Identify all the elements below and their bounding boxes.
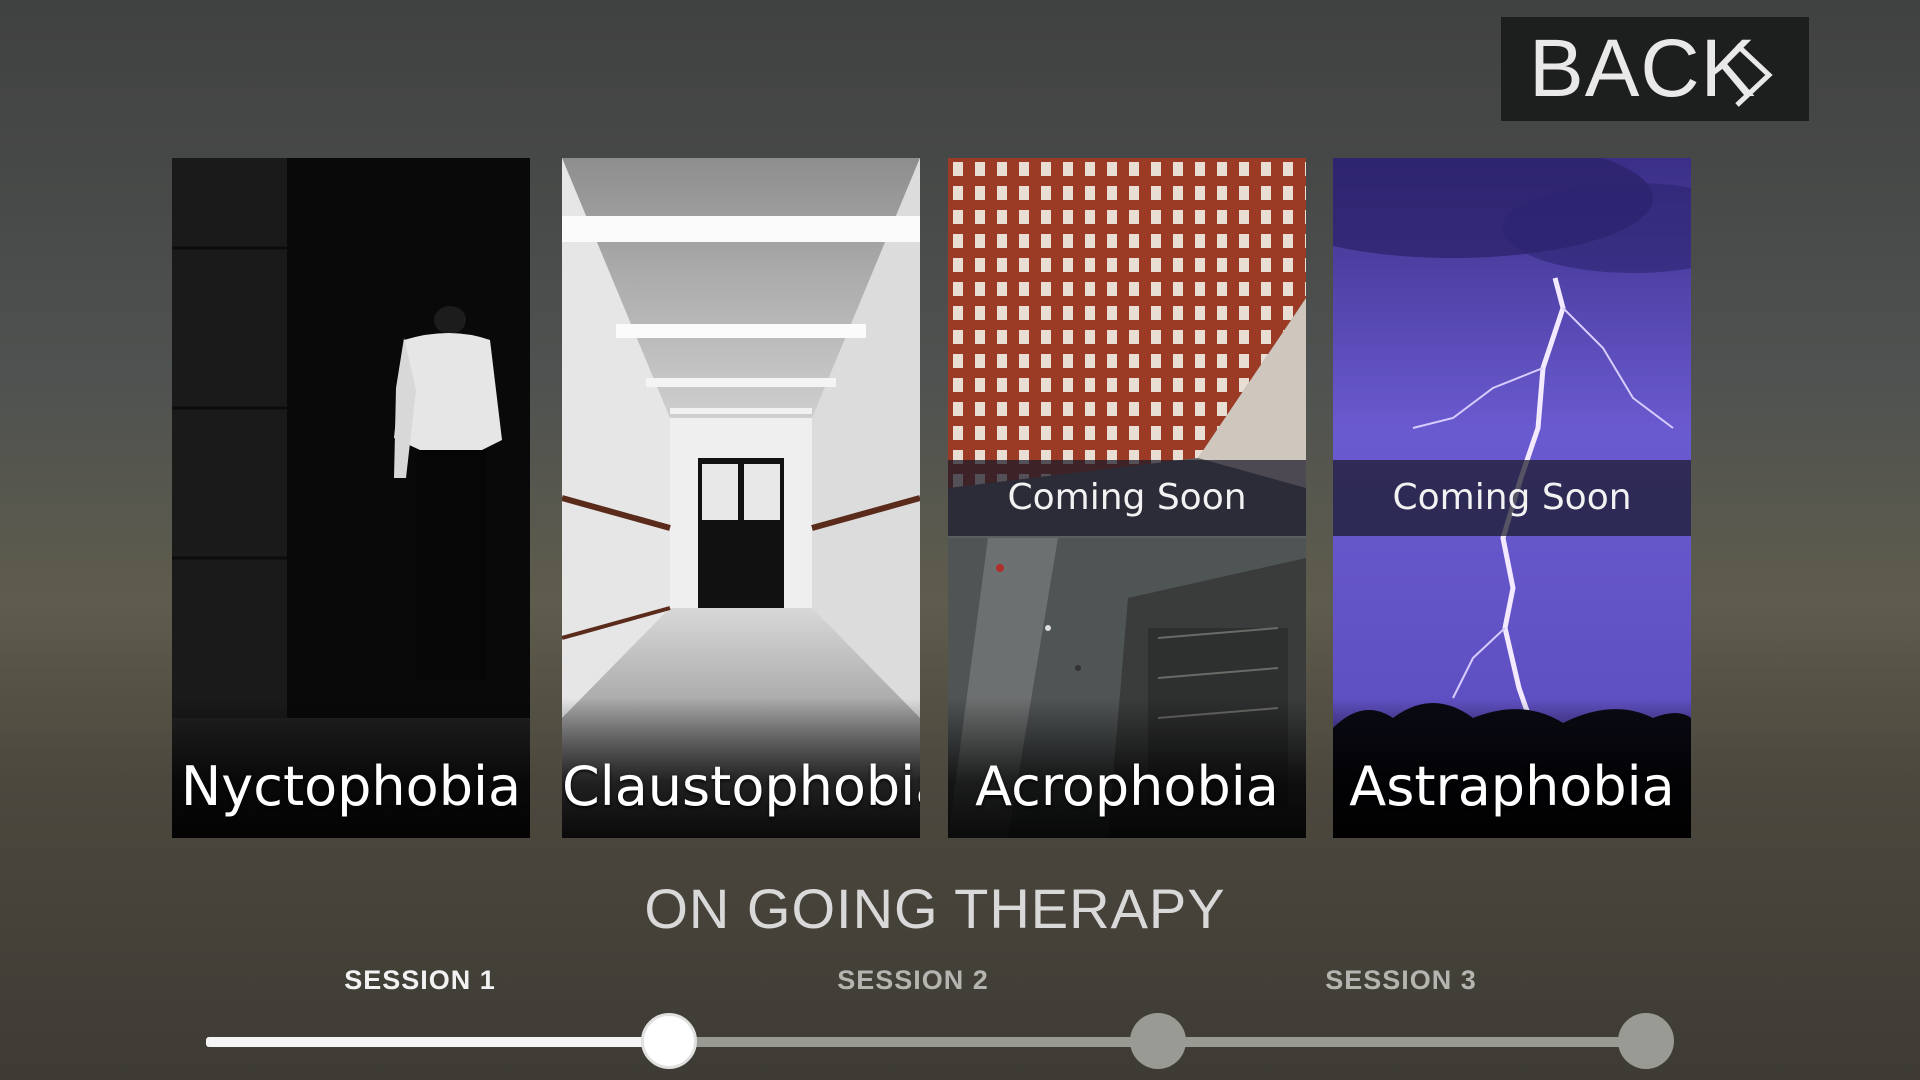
- session-label-1: SESSION 1: [344, 965, 496, 995]
- back-label: BACK: [1529, 23, 1757, 114]
- card-nyctophobia[interactable]: Nyctophobia: [172, 158, 530, 838]
- card-acrophobia[interactable]: Coming Soon Acrophobia: [948, 158, 1306, 838]
- card-claustophobia[interactable]: Claustophobia: [562, 158, 920, 838]
- card-astraphobia[interactable]: Coming Soon Astraphobia: [1333, 158, 1691, 838]
- chevron-right-icon: [1735, 43, 1773, 107]
- session-label-2: SESSION 2: [837, 965, 989, 995]
- session-2-knob[interactable]: [1130, 1013, 1186, 1069]
- back-button[interactable]: BACK: [1501, 17, 1809, 121]
- card-title: Nyctophobia: [180, 755, 522, 818]
- session-1-knob[interactable]: [641, 1013, 697, 1069]
- coming-soon-banner: Coming Soon: [948, 460, 1306, 536]
- progress-track-completed: [206, 1037, 669, 1047]
- session-label-3: SESSION 3: [1325, 965, 1477, 995]
- card-title: Acrophobia: [975, 755, 1279, 818]
- coming-soon-banner: Coming Soon: [1333, 460, 1691, 536]
- therapy-title: ON GOING THERAPY: [644, 877, 1226, 940]
- card-title: Astraphobia: [1349, 755, 1675, 818]
- session-3-knob[interactable]: [1618, 1013, 1674, 1069]
- card-title: Claustophobia: [562, 755, 920, 818]
